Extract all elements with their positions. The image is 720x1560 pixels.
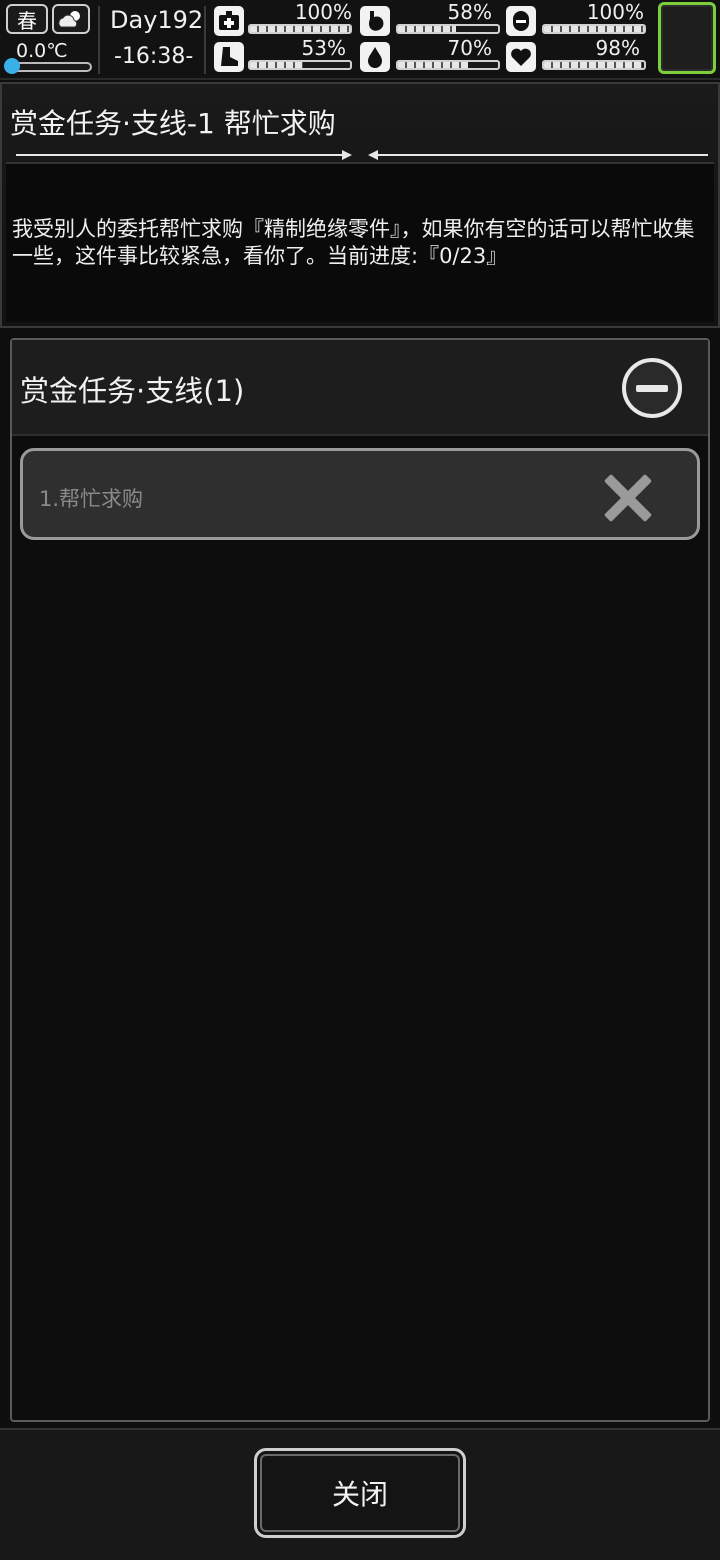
weather-icon [52, 4, 90, 34]
quest-detail-panel: 赏金任务·支线-1 帮忙求购 我受别人的委托帮忙求购『精制绝缘零件』，如果你有空… [0, 82, 720, 328]
season-badge: 春 [6, 4, 48, 34]
boot-icon [214, 42, 244, 72]
list-item[interactable]: 1.帮忙求购 [20, 448, 700, 540]
mood-bar [542, 60, 646, 70]
footer-bar: 关闭 [0, 1428, 720, 1560]
equipment-slot[interactable] [658, 2, 716, 74]
immunity-bar [542, 24, 646, 34]
hunger-value: 58% [447, 0, 492, 24]
stamina-value: 53% [301, 36, 346, 60]
stomach-icon [360, 6, 390, 36]
stamina-bar [248, 60, 352, 70]
quest-description: 我受别人的委托帮忙求购『精制绝缘零件』，如果你有空的话可以帮忙收集一些，这件事比… [12, 217, 695, 268]
title-rule-right [374, 154, 708, 156]
divider [98, 6, 100, 74]
immunity-value: 100% [586, 0, 644, 24]
heart-icon [506, 42, 536, 72]
clock-time: -16:38- [114, 44, 194, 69]
list-item-label: 1.帮忙求购 [39, 487, 144, 511]
thirst-value: 70% [447, 36, 492, 60]
quest-title: 赏金任务·支线-1 帮忙求购 [10, 107, 336, 140]
close-button-label: 关闭 [331, 1478, 388, 1511]
temperature-value: 0.0℃ [16, 40, 68, 62]
thirst-bar [396, 60, 500, 70]
arrow-right-icon [342, 150, 352, 160]
quest-group-title: 赏金任务·支线(1) [20, 374, 245, 408]
medkit-icon [214, 6, 244, 36]
thermometer-bulb-icon [4, 58, 20, 74]
water-drop-icon [360, 42, 390, 72]
hunger-bar [396, 24, 500, 34]
health-value: 100% [294, 0, 352, 24]
title-rule-left [16, 154, 348, 156]
quest-description-box: 我受别人的委托帮忙求购『精制绝缘零件』，如果你有空的话可以帮忙收集一些，这件事比… [6, 162, 714, 322]
quest-list-panel[interactable]: 赏金任务·支线(1) 1.帮忙求购 [10, 338, 710, 1422]
collapse-icon[interactable] [622, 358, 682, 418]
status-bar: 春 0.0℃ Day192 -16:38- 100% 58% 100% 53% … [0, 0, 720, 80]
quest-group-header[interactable]: 赏金任务·支线(1) [12, 340, 708, 436]
mood-value: 98% [595, 36, 640, 60]
arrow-left-icon [368, 150, 378, 160]
close-icon[interactable] [601, 471, 655, 525]
health-bar [248, 24, 352, 34]
pill-icon [506, 6, 536, 36]
close-button[interactable]: 关闭 [254, 1448, 466, 1538]
season-label: 春 [17, 8, 37, 33]
temperature-gauge [8, 62, 92, 72]
divider [204, 6, 206, 74]
day-counter: Day192 [110, 6, 204, 34]
